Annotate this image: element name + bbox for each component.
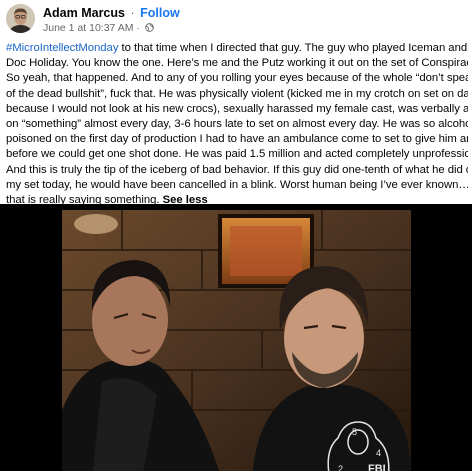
- post-text-line: because I would not look at his new croc…: [6, 102, 468, 115]
- post-text: #MicroIntellectMonday to that time when …: [6, 41, 468, 208]
- post-photo[interactable]: 5 4 2 FBI: [0, 204, 472, 471]
- target-digit: 5: [352, 427, 357, 437]
- post-text-line: before we could get one shot done. He wa…: [6, 148, 468, 161]
- meta-separator: ·: [136, 22, 140, 34]
- post-meta: June 1 at 10:37 AM ·: [43, 22, 154, 34]
- set-photo: 5 4 2 FBI: [62, 210, 411, 471]
- post-text-line: my set today, he would have been cancell…: [6, 178, 468, 191]
- post-text-line: on “something” almost every day, 3-6 hou…: [6, 117, 468, 130]
- avatar[interactable]: [6, 4, 35, 33]
- photo-image: 5 4 2 FBI: [62, 210, 411, 471]
- avatar-photo: [6, 4, 35, 33]
- hashtag-link[interactable]: #MicroIntellectMonday: [6, 42, 119, 54]
- post-timestamp[interactable]: June 1 at 10:37 AM: [43, 22, 133, 34]
- post-text-line: of the dead bullshit”, fuck that. He was…: [6, 87, 468, 100]
- separator-dot: ·: [130, 6, 135, 20]
- post-text-line: So yeah, that happened. And to any of yo…: [6, 72, 468, 85]
- post-text-line: poisoned on the first day of production …: [6, 133, 468, 146]
- post-text-line: Doc Holiday. You know the one. Here’s me…: [6, 57, 468, 70]
- globe-icon: [145, 23, 154, 32]
- post-text-line: And this is truly the tip of the iceberg…: [6, 163, 468, 176]
- follow-button[interactable]: Follow: [140, 6, 180, 20]
- facebook-post: Adam Marcus · Follow June 1 at 10:37 AM …: [0, 0, 472, 471]
- shirt-print: FBI: [368, 463, 386, 471]
- target-digit: 2: [338, 464, 343, 471]
- post-header: Adam Marcus · Follow June 1 at 10:37 AM …: [6, 4, 466, 38]
- author-name[interactable]: Adam Marcus: [43, 6, 125, 20]
- target-digit: 4: [376, 448, 381, 458]
- author-line: Adam Marcus · Follow: [43, 6, 180, 20]
- post-text-line: #MicroIntellectMonday to that time when …: [6, 42, 468, 54]
